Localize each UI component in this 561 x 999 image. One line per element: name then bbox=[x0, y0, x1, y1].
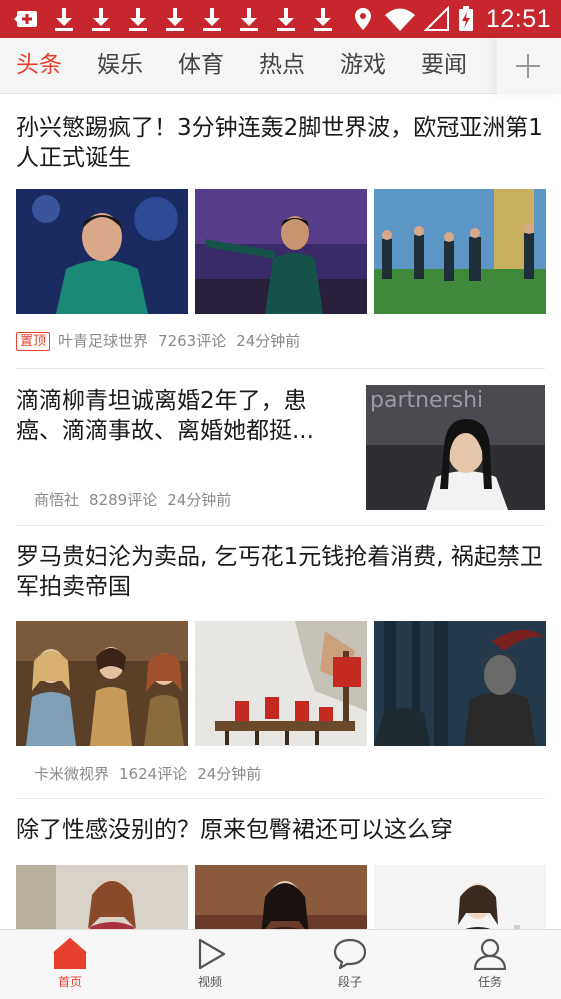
article-image[interactable] bbox=[195, 189, 367, 314]
article-source[interactable]: 卡米微视界 bbox=[34, 764, 109, 784]
location-icon bbox=[350, 6, 376, 32]
play-icon bbox=[198, 938, 226, 970]
article-image[interactable] bbox=[374, 865, 546, 929]
signal-icon bbox=[423, 6, 450, 32]
article-image[interactable]: partnershi bbox=[366, 385, 545, 510]
tab-hot[interactable]: 热点 bbox=[259, 50, 305, 80]
battery-charging-icon bbox=[458, 6, 474, 32]
article-time: 24分钟前 bbox=[167, 491, 232, 509]
article-time: 24分钟前 bbox=[236, 332, 301, 350]
pinned-badge: 置顶 bbox=[16, 331, 51, 351]
article-image[interactable] bbox=[16, 621, 188, 746]
tab-games[interactable]: 游戏 bbox=[340, 50, 386, 80]
nav-home[interactable]: 首页 bbox=[30, 938, 110, 990]
channel-tab-bar: 头条 娱乐 体育 热点 游戏 要闻 bbox=[0, 38, 561, 94]
article-image[interactable] bbox=[16, 189, 188, 314]
article-source[interactable]: 叶青足球世界 bbox=[58, 331, 148, 351]
article-image[interactable] bbox=[374, 189, 546, 314]
article-title[interactable]: 除了性感没别的？原来包臀裙还可以这么穿 bbox=[16, 815, 546, 845]
article-card[interactable]: 滴滴柳青坦诚离婚2年了，患癌、滴滴事故、离婚她都挺... partnershi … bbox=[0, 369, 561, 526]
article-image[interactable] bbox=[374, 621, 546, 746]
download-icon bbox=[88, 6, 114, 32]
download-icon bbox=[51, 6, 77, 32]
article-thumbnails bbox=[16, 189, 553, 314]
article-thumbnails bbox=[16, 865, 553, 929]
article-title[interactable]: 孙兴慜踢疯了！3分钟连轰2脚世界波，欧冠亚洲第1人正式诞生 bbox=[16, 113, 546, 173]
wifi-icon bbox=[384, 6, 416, 32]
status-bar-notifications bbox=[14, 6, 347, 32]
download-icon bbox=[310, 6, 336, 32]
nav-jokes[interactable]: 段子 bbox=[310, 938, 390, 990]
person-icon bbox=[473, 938, 507, 970]
article-comments: 7263评论 bbox=[158, 332, 227, 350]
article-image[interactable] bbox=[16, 865, 188, 929]
article-meta: 置顶 叶青足球世界 7263评论 24分钟前 bbox=[16, 331, 310, 351]
download-icon bbox=[162, 6, 188, 32]
article-card[interactable]: 孙兴慜踢疯了！3分钟连轰2脚世界波，欧冠亚洲第1人正式诞生 置顶 叶青足球世界 … bbox=[0, 95, 561, 367]
download-icon bbox=[236, 6, 262, 32]
article-title[interactable]: 滴滴柳青坦诚离婚2年了，患癌、滴滴事故、离婚她都挺... bbox=[16, 386, 346, 446]
status-time: 12:51 bbox=[485, 4, 551, 33]
svg-text:partnershi: partnershi bbox=[370, 388, 483, 413]
article-comments: 1624评论 bbox=[119, 765, 188, 783]
add-channel-button[interactable] bbox=[497, 38, 561, 94]
article-thumbnails bbox=[16, 621, 553, 746]
download-icon bbox=[273, 6, 299, 32]
tab-headlines[interactable]: 头条 bbox=[16, 50, 62, 80]
article-meta: 商悟社 8289评论 24分钟前 bbox=[34, 490, 241, 510]
news-feed[interactable]: 孙兴慜踢疯了！3分钟连轰2脚世界波，欧冠亚洲第1人正式诞生 置顶 叶青足球世界 … bbox=[0, 95, 561, 929]
tab-news[interactable]: 要闻 bbox=[421, 50, 467, 80]
download-icon bbox=[125, 6, 151, 32]
nav-video[interactable]: 视频 bbox=[170, 938, 250, 990]
article-card[interactable]: 罗马贵妇沦为卖品, 乞丐花1元钱抢着消费, 祸起禁卫军拍卖帝国 卡米微视界 16… bbox=[0, 526, 561, 798]
article-image[interactable] bbox=[195, 865, 367, 929]
nav-label: 首页 bbox=[57, 975, 82, 989]
tab-sports[interactable]: 体育 bbox=[178, 50, 224, 80]
status-bar: 12:51 bbox=[0, 0, 561, 38]
nav-label: 任务 bbox=[477, 975, 502, 989]
tab-entertainment[interactable]: 娱乐 bbox=[97, 50, 143, 80]
notification-plus-icon bbox=[14, 6, 40, 32]
article-time: 24分钟前 bbox=[197, 765, 262, 783]
bottom-nav: 首页 视频 段子 任务 bbox=[0, 929, 561, 999]
article-title[interactable]: 罗马贵妇沦为卖品, 乞丐花1元钱抢着消费, 祸起禁卫军拍卖帝国 bbox=[16, 542, 546, 602]
plus-icon bbox=[516, 54, 540, 78]
article-card[interactable]: 除了性感没别的？原来包臀裙还可以这么穿 bbox=[0, 799, 561, 929]
status-bar-system: 12:51 bbox=[350, 4, 551, 34]
article-source[interactable]: 商悟社 bbox=[34, 490, 79, 510]
home-icon bbox=[53, 938, 87, 969]
nav-label: 视频 bbox=[197, 975, 222, 989]
article-image[interactable] bbox=[195, 621, 367, 746]
article-comments: 8289评论 bbox=[89, 491, 158, 509]
nav-tasks[interactable]: 任务 bbox=[450, 938, 530, 990]
nav-label: 段子 bbox=[337, 975, 362, 989]
chat-bubble-icon bbox=[333, 938, 367, 970]
download-icon bbox=[199, 6, 225, 32]
article-meta: 卡米微视界 1624评论 24分钟前 bbox=[34, 764, 271, 784]
